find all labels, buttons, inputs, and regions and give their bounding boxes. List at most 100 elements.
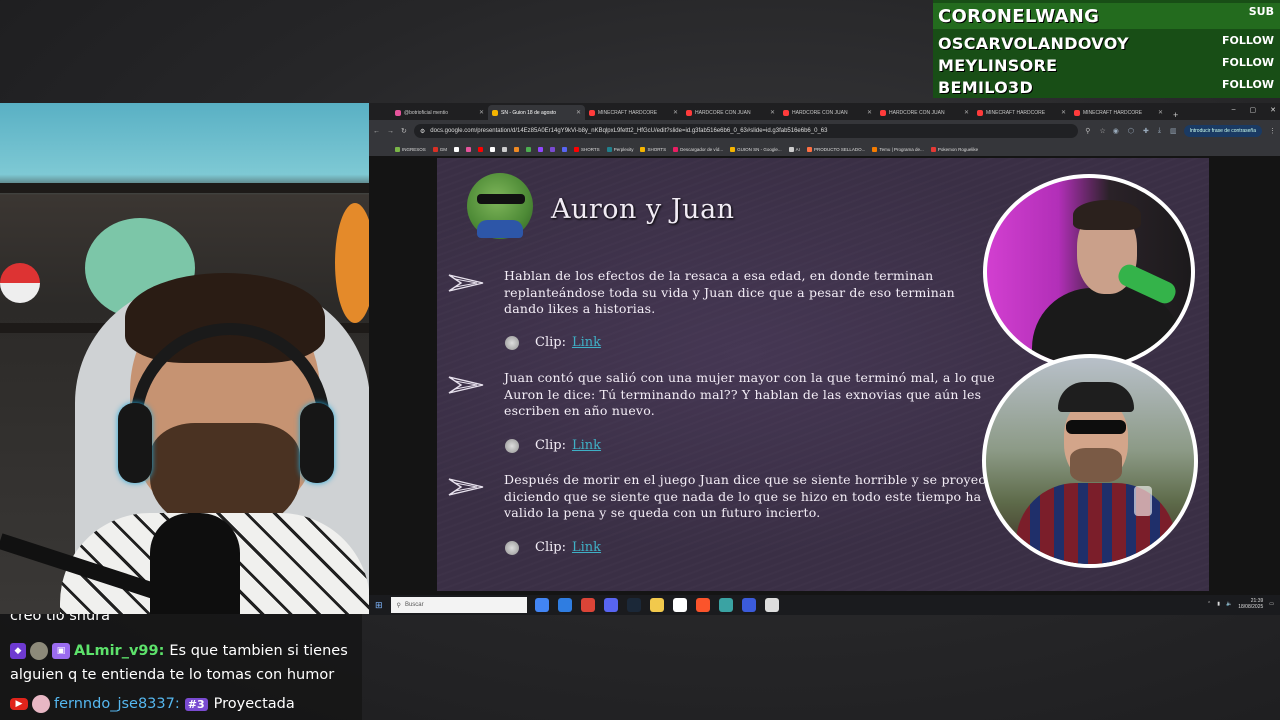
tab-close-icon[interactable]: ✕ xyxy=(1158,109,1163,116)
bookmark-item[interactable]: Descargador de víd... xyxy=(673,146,723,152)
minimize-button[interactable]: – xyxy=(1232,106,1236,114)
taskbar-app-icon[interactable] xyxy=(695,598,710,612)
bookmark-item[interactable] xyxy=(550,146,556,152)
clip-link[interactable]: Link xyxy=(572,335,601,350)
bookmark-favicon-icon xyxy=(432,146,438,152)
tab-close-icon[interactable]: ✕ xyxy=(576,109,581,116)
bookmark-item[interactable]: AI xyxy=(788,146,800,152)
bookmark-item[interactable] xyxy=(538,146,544,152)
browser-tab[interactable]: HARDCORE CON JUAN ✕ xyxy=(682,105,779,120)
taskbar-app-icon[interactable] xyxy=(649,598,664,612)
tab-title: MINECRAFT HARDCORE xyxy=(598,109,658,116)
bookmark-favicon-icon xyxy=(478,146,484,152)
tab-close-icon[interactable]: ✕ xyxy=(479,109,484,116)
taskbar-app-icon[interactable] xyxy=(534,598,549,612)
bookmark-label: SHORTS xyxy=(647,146,667,152)
menu-dots-icon[interactable]: ⋮ xyxy=(1269,127,1276,135)
tray-chevron-icon[interactable]: ⌃ xyxy=(1207,601,1211,607)
clip-link[interactable]: Link xyxy=(572,438,601,453)
sidebar-icon[interactable]: ▥ xyxy=(1170,127,1177,135)
follow-alert-row: OSCARVOLANDOVOY FOLLOW xyxy=(933,32,1280,54)
taskbar-app-icon[interactable] xyxy=(764,598,779,612)
bookmark-item[interactable] xyxy=(514,146,520,152)
bookmark-label: INGRESOS xyxy=(402,146,426,152)
bookmark-item[interactable]: Perplexity xyxy=(606,146,634,152)
url-input[interactable]: ⚙ docs.google.com/presentation/d/14Ez85A… xyxy=(413,124,1079,138)
bookmark-item[interactable]: GM xyxy=(432,146,447,152)
bookmark-item[interactable] xyxy=(562,146,568,152)
bookmark-item[interactable] xyxy=(526,146,532,152)
tab-close-icon[interactable]: ✕ xyxy=(1061,109,1066,116)
bookmark-item[interactable]: Temu | Programa de... xyxy=(872,146,924,152)
reload-icon[interactable]: ↻ xyxy=(401,127,407,135)
bookmark-item[interactable] xyxy=(478,146,484,152)
chat-message-continuation: alguien q te entienda te lo tomas con hu… xyxy=(10,667,334,683)
browser-tab[interactable]: MINECRAFT HARDCORE ✕ xyxy=(585,105,682,120)
windows-start-icon[interactable]: ⊞ xyxy=(375,600,383,611)
bookmark-favicon-icon xyxy=(730,146,736,152)
browser-tab[interactable]: SN - Guion 18 de agosto ✕ xyxy=(488,105,585,120)
volume-icon[interactable]: 🔈 xyxy=(1226,601,1232,607)
browser-tab[interactable]: @botrioficial mentio ✕ xyxy=(391,105,488,120)
taskbar-app-icon[interactable] xyxy=(741,598,756,612)
bookmark-favicon-icon xyxy=(526,146,532,152)
juan-photo xyxy=(982,354,1198,568)
bookmark-item[interactable]: SHORTS xyxy=(574,146,600,152)
downloads-icon[interactable]: ⤓ xyxy=(1158,127,1161,135)
bookmark-item[interactable]: GUION SN - Google... xyxy=(730,146,782,152)
bookmark-favicon-icon xyxy=(574,146,580,152)
avatar xyxy=(30,642,48,660)
notifications-icon[interactable]: ▭ xyxy=(1269,601,1274,607)
browser-tab[interactable]: MINECRAFT HARDCORE ✕ xyxy=(1070,105,1167,120)
tab-close-icon[interactable]: ✕ xyxy=(867,109,872,116)
clip-label: Clip: xyxy=(535,438,566,453)
taskbar-app-icon[interactable] xyxy=(718,598,733,612)
bookmark-item[interactable]: Pokemon Roguelike xyxy=(930,146,978,152)
chat-message-partial: creo tio shura xyxy=(10,614,110,624)
new-tab-button[interactable]: + xyxy=(1173,110,1178,120)
subscriber-badge-icon: ▣ xyxy=(52,643,70,659)
browser-tab[interactable]: MINECRAFT HARDCORE ✕ xyxy=(973,105,1070,120)
bookmark-item[interactable] xyxy=(454,146,460,152)
forward-icon[interactable]: → xyxy=(387,128,394,135)
tab-favicon-icon xyxy=(783,109,789,116)
taskbar-app-icon[interactable] xyxy=(580,598,595,612)
extension-icon[interactable]: ⬡ xyxy=(1128,127,1134,135)
site-info-icon[interactable]: ⚙ xyxy=(420,128,425,135)
close-window-button[interactable]: ✕ xyxy=(1270,106,1276,114)
tab-close-icon[interactable]: ✕ xyxy=(673,109,678,116)
tab-favicon-icon xyxy=(492,109,498,116)
taskbar-search[interactable]: ⚲ Buscar xyxy=(390,597,527,613)
bookmark-item[interactable] xyxy=(490,146,496,152)
bookmark-item[interactable] xyxy=(466,146,472,152)
taskbar-app-icon[interactable] xyxy=(626,598,641,612)
follow-alerts-panel: CORONELWANG SUB OSCARVOLANDOVOY FOLLOW M… xyxy=(933,0,1280,98)
clip-link[interactable]: Link xyxy=(572,540,601,555)
browser-tab[interactable]: HARDCORE CON JUAN ✕ xyxy=(779,105,876,120)
bookmark-label: SHORTS xyxy=(581,146,600,152)
arrow-bullet-icon xyxy=(448,376,484,394)
taskbar-app-icon[interactable] xyxy=(557,598,572,612)
bookmark-label: Perplexity xyxy=(613,146,634,152)
profile-button[interactable]: Introducir frase de contraseña xyxy=(1183,125,1262,137)
maximize-button[interactable]: ▢ xyxy=(1250,106,1257,114)
taskbar-clock[interactable]: 21:39 18/08/2025 xyxy=(1238,598,1263,610)
browser-tab[interactable]: HARDCORE CON JUAN ✕ xyxy=(876,105,973,120)
bookmark-item[interactable]: PRODUCTO SELLADO... xyxy=(806,146,865,152)
network-icon[interactable]: ▮ xyxy=(1217,601,1220,607)
bookmark-star-icon[interactable]: ☆ xyxy=(1099,127,1105,135)
sub-alert-row: CORONELWANG SUB xyxy=(933,3,1280,29)
tab-close-icon[interactable]: ✕ xyxy=(964,109,969,116)
taskbar-app-icon[interactable] xyxy=(672,598,687,612)
back-icon[interactable]: ← xyxy=(373,128,380,135)
bookmark-item[interactable]: SHORTS xyxy=(640,146,667,152)
bookmark-favicon-icon xyxy=(502,146,508,152)
taskbar-app-icon[interactable] xyxy=(603,598,618,612)
extension-icon[interactable]: ◉ xyxy=(1113,127,1119,135)
alert-type-label: SUB xyxy=(1248,5,1274,18)
extensions-puzzle-icon[interactable]: ✚ xyxy=(1143,127,1149,135)
zoom-icon[interactable]: ⚲ xyxy=(1085,127,1090,135)
tab-close-icon[interactable]: ✕ xyxy=(770,109,775,116)
bookmark-item[interactable] xyxy=(502,146,508,152)
bookmark-item[interactable]: INGRESOS xyxy=(395,146,426,152)
